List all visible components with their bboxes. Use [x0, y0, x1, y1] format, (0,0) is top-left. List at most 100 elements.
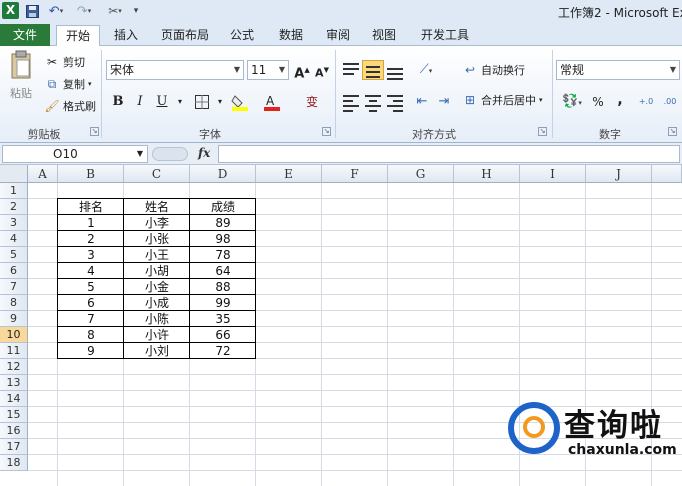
- align-center-icon[interactable]: [362, 92, 384, 112]
- copy-button[interactable]: ⧉ 复制 ▾: [44, 76, 92, 92]
- row-header-2[interactable]: 2: [0, 199, 28, 215]
- table-cell[interactable]: 7: [58, 311, 124, 327]
- column-header-i[interactable]: I: [520, 165, 586, 183]
- font-size-select[interactable]: 11 ▼: [247, 60, 289, 80]
- underline-button[interactable]: U: [152, 92, 172, 112]
- table-cell[interactable]: 98: [190, 231, 256, 247]
- align-right-icon[interactable]: [384, 92, 406, 112]
- borders-dropdown-icon[interactable]: ▾: [210, 92, 230, 112]
- clipboard-launcher-icon[interactable]: ↘: [90, 127, 99, 136]
- underline-dropdown-icon[interactable]: ▾: [170, 92, 190, 112]
- table-cell[interactable]: 小许: [124, 327, 190, 343]
- table-cell[interactable]: 小陈: [124, 311, 190, 327]
- row-header-12[interactable]: 12: [0, 359, 28, 375]
- table-cell[interactable]: 小刘: [124, 343, 190, 359]
- decrease-indent-icon[interactable]: ⇤: [412, 92, 432, 112]
- table-cell[interactable]: 4: [58, 263, 124, 279]
- fx-icon[interactable]: fx: [198, 146, 210, 160]
- align-bottom-icon[interactable]: [384, 60, 406, 80]
- tab-data[interactable]: 数据: [275, 25, 307, 46]
- row-header-7[interactable]: 7: [0, 279, 28, 295]
- table-cell[interactable]: 88: [190, 279, 256, 295]
- font-name-select[interactable]: 宋体 ▼: [106, 60, 244, 80]
- tab-review[interactable]: 审阅: [322, 25, 354, 46]
- table-cell[interactable]: 6: [58, 295, 124, 311]
- table-cell[interactable]: 小王: [124, 247, 190, 263]
- table-cell[interactable]: 89: [190, 215, 256, 231]
- select-all-corner[interactable]: [0, 165, 28, 183]
- column-header-h[interactable]: H: [454, 165, 520, 183]
- row-header-16[interactable]: 16: [0, 423, 28, 439]
- row-header-4[interactable]: 4: [0, 231, 28, 247]
- table-cell[interactable]: 3: [58, 247, 124, 263]
- table-cell[interactable]: 小金: [124, 279, 190, 295]
- table-header-cell[interactable]: 姓名: [124, 199, 190, 215]
- column-header-g[interactable]: G: [388, 165, 454, 183]
- tab-developer[interactable]: 开发工具: [418, 25, 472, 46]
- wrap-text-button[interactable]: ↩ 自动换行: [462, 62, 525, 78]
- row-header-6[interactable]: 6: [0, 263, 28, 279]
- column-header-d[interactable]: D: [190, 165, 256, 183]
- paste-button[interactable]: 粘贴: [6, 50, 36, 102]
- tab-insert[interactable]: 插入: [110, 25, 142, 46]
- table-header-cell[interactable]: 排名: [58, 199, 124, 215]
- undo-icon[interactable]: ↶ ▾: [44, 3, 68, 19]
- column-header-b[interactable]: B: [58, 165, 124, 183]
- bold-button[interactable]: B: [108, 92, 128, 112]
- table-cell[interactable]: 9: [58, 343, 124, 359]
- tab-home[interactable]: 开始: [56, 25, 100, 47]
- number-format-select[interactable]: 常规 ▼: [556, 60, 680, 80]
- table-header-cell[interactable]: 成绩: [190, 199, 256, 215]
- row-header-11[interactable]: 11: [0, 343, 28, 359]
- redo-icon[interactable]: ↷ ▾: [72, 3, 96, 19]
- alignment-launcher-icon[interactable]: ↘: [538, 127, 547, 136]
- tab-view[interactable]: 视图: [368, 25, 400, 46]
- table-cell[interactable]: 66: [190, 327, 256, 343]
- row-header-3[interactable]: 3: [0, 215, 28, 231]
- comma-button[interactable]: ,: [610, 90, 630, 110]
- number-launcher-icon[interactable]: ↘: [668, 127, 677, 136]
- table-cell[interactable]: 99: [190, 295, 256, 311]
- column-header-f[interactable]: F: [322, 165, 388, 183]
- currency-icon[interactable]: 💱▾: [558, 92, 586, 112]
- row-header-13[interactable]: 13: [0, 375, 28, 391]
- tab-page-layout[interactable]: 页面布局: [158, 25, 212, 46]
- orientation-icon[interactable]: ⟋▾: [414, 60, 438, 80]
- borders-icon[interactable]: [192, 92, 212, 112]
- shrink-font-button[interactable]: A▼: [312, 60, 332, 80]
- row-header-17[interactable]: 17: [0, 439, 28, 455]
- table-cell[interactable]: 78: [190, 247, 256, 263]
- table-cell[interactable]: 35: [190, 311, 256, 327]
- cut-button[interactable]: ✂ 剪切: [44, 54, 85, 70]
- table-cell[interactable]: 2: [58, 231, 124, 247]
- merge-center-button[interactable]: ⊞ 合并后居中 ▾: [462, 92, 543, 108]
- phonetic-button[interactable]: 变: [302, 92, 322, 112]
- name-box[interactable]: O10 ▼: [2, 145, 148, 163]
- column-header-e[interactable]: E: [256, 165, 322, 183]
- column-header-a[interactable]: A: [28, 165, 58, 183]
- row-header-9[interactable]: 9: [0, 311, 28, 327]
- decrease-decimal-icon[interactable]: .00: [660, 92, 680, 112]
- customize-icon[interactable]: ▾: [132, 3, 140, 19]
- align-top-icon[interactable]: [340, 60, 362, 80]
- column-header-c[interactable]: C: [124, 165, 190, 183]
- table-cell[interactable]: 5: [58, 279, 124, 295]
- save-icon[interactable]: [24, 3, 40, 19]
- percent-button[interactable]: %: [588, 92, 608, 112]
- table-cell[interactable]: 小李: [124, 215, 190, 231]
- formula-input[interactable]: [218, 145, 680, 163]
- table-cell[interactable]: 小张: [124, 231, 190, 247]
- table-cell[interactable]: 小胡: [124, 263, 190, 279]
- font-color-icon[interactable]: A: [262, 92, 282, 112]
- row-header-15[interactable]: 15: [0, 407, 28, 423]
- table-cell[interactable]: 64: [190, 263, 256, 279]
- italic-button[interactable]: I: [130, 92, 150, 112]
- table-cell[interactable]: 小成: [124, 295, 190, 311]
- align-middle-icon[interactable]: [362, 60, 384, 80]
- row-header-8[interactable]: 8: [0, 295, 28, 311]
- row-header-5[interactable]: 5: [0, 247, 28, 263]
- table-cell[interactable]: 72: [190, 343, 256, 359]
- increase-indent-icon[interactable]: ⇥: [434, 92, 454, 112]
- table-cell[interactable]: 8: [58, 327, 124, 343]
- formula-expand-icon[interactable]: [152, 147, 188, 161]
